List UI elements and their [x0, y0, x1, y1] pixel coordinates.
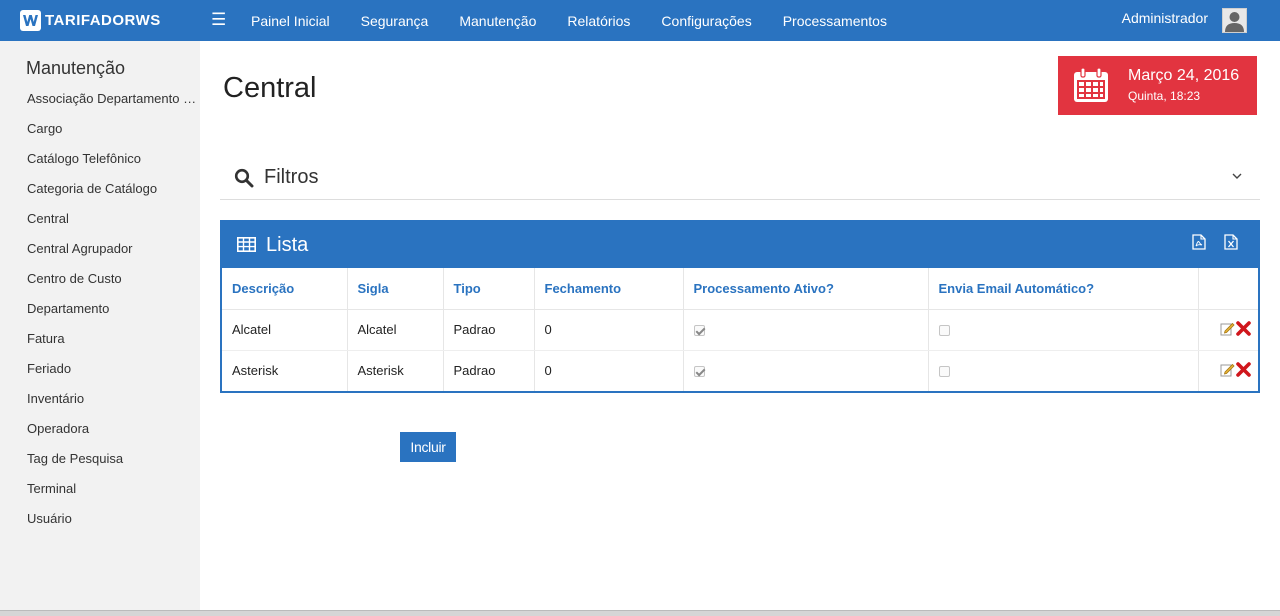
sidebar-item-operadora[interactable]: Operadora	[27, 419, 197, 449]
search-icon	[234, 168, 254, 193]
envia-email-checkbox	[938, 325, 950, 337]
sidebar-item-central[interactable]: Central	[27, 209, 197, 239]
envia-email-checkbox	[938, 366, 950, 378]
sidebar-item-central-agrupador[interactable]: Central Agrupador	[27, 239, 197, 269]
sidebar-item-feriado[interactable]: Feriado	[27, 359, 197, 389]
cell-fechamento: 0	[534, 350, 684, 391]
nav-relatorios[interactable]: Relatórios	[567, 13, 630, 29]
sidebar-item-associacao-departamento[interactable]: Associação Departamento Central	[27, 89, 197, 119]
date-sub: Quinta, 18:23	[1128, 89, 1201, 103]
col-fechamento[interactable]: Fechamento	[534, 268, 684, 310]
col-sigla[interactable]: Sigla	[347, 268, 444, 310]
filters-toggle[interactable]: Filtros	[220, 158, 1260, 200]
sidebar-item-fatura[interactable]: Fatura	[27, 329, 197, 359]
cell-sigla: Asterisk	[347, 350, 444, 391]
table-row: Asterisk Asterisk Padrao 0	[222, 350, 1258, 391]
sidebar-item-catalogo-telefonico[interactable]: Catálogo Telefônico	[27, 149, 197, 179]
sidebar-item-departamento[interactable]: Departamento	[27, 299, 197, 329]
logo[interactable]: TARIFADORWS	[20, 10, 161, 31]
avatar[interactable]	[1222, 8, 1247, 33]
nav-manutencao[interactable]: Manutenção	[459, 13, 536, 29]
col-processamento-ativo[interactable]: Processamento Ativo?	[683, 268, 929, 310]
date-card: Março 24, 2016 Quinta, 18:23	[1058, 56, 1257, 115]
logo-icon	[20, 10, 41, 31]
cell-descricao: Asterisk	[222, 350, 348, 391]
central-table: Descrição Sigla Tipo Fechamento Processa…	[222, 268, 1258, 391]
col-envia-email[interactable]: Envia Email Automático?	[928, 268, 1199, 310]
processamento-ativo-checkbox	[693, 366, 705, 378]
delete-icon[interactable]	[1235, 361, 1252, 381]
sidebar-item-cargo[interactable]: Cargo	[27, 119, 197, 149]
nav-configuracoes[interactable]: Configurações	[661, 13, 751, 29]
sidebar-item-usuario[interactable]: Usuário	[27, 509, 197, 539]
window-bottom-edge	[0, 610, 1280, 616]
calendar-icon	[1073, 67, 1109, 108]
col-descricao[interactable]: Descrição	[222, 268, 348, 310]
cell-tipo: Padrao	[443, 350, 535, 391]
cell-actions	[1198, 309, 1258, 351]
list-panel: Lista Descrição Sigla Tipo Fechamento Pr…	[220, 220, 1260, 393]
incluir-button[interactable]: Incluir	[400, 432, 456, 462]
cell-sigla: Alcatel	[347, 309, 444, 351]
user-name: Administrador	[1121, 9, 1208, 26]
processamento-ativo-checkbox	[693, 325, 705, 337]
top-navbar: TARIFADORWS ☰ Painel Inicial Segurança M…	[0, 0, 1280, 41]
filters-label: Filtros	[264, 166, 319, 188]
cell-fechamento: 0	[534, 309, 684, 351]
user-menu[interactable]: Administrador	[1122, 0, 1247, 41]
sidebar-item-categoria-catalogo[interactable]: Categoria de Catálogo	[27, 179, 197, 209]
page-title: Central	[223, 72, 317, 104]
bars-icon[interactable]: ☰	[211, 10, 226, 30]
main-nav: Painel Inicial Segurança Manutenção Rela…	[251, 0, 918, 41]
col-acoes	[1198, 268, 1258, 310]
sidebar-item-inventario[interactable]: Inventário	[27, 389, 197, 419]
sidebar-item-tag-pesquisa[interactable]: Tag de Pesquisa	[27, 449, 197, 479]
edit-icon[interactable]	[1220, 362, 1235, 380]
sidebar-item-centro-custo[interactable]: Centro de Custo	[27, 269, 197, 299]
chevron-down-icon[interactable]	[1232, 168, 1242, 186]
sidebar-item-terminal[interactable]: Terminal	[27, 479, 197, 509]
cell-actions	[1198, 350, 1258, 391]
list-panel-header: Lista	[222, 222, 1258, 268]
cell-envia-email	[928, 309, 1199, 351]
table-row: Alcatel Alcatel Padrao 0	[222, 309, 1258, 351]
logo-text: TARIFADORWS	[45, 12, 161, 29]
cell-processamento-ativo	[683, 309, 929, 351]
sidebar-menu: Associação Departamento Central Cargo Ca…	[27, 89, 197, 539]
table-header-row: Descrição Sigla Tipo Fechamento Processa…	[222, 268, 1258, 310]
nav-processamentos[interactable]: Processamentos	[783, 13, 887, 29]
sidebar: Manutenção Associação Departamento Centr…	[0, 41, 200, 616]
cell-descricao: Alcatel	[222, 309, 348, 351]
nav-painel-inicial[interactable]: Painel Inicial	[251, 13, 330, 29]
cell-envia-email	[928, 350, 1199, 391]
sidebar-title: Manutenção	[26, 58, 126, 78]
cell-tipo: Padrao	[443, 309, 535, 351]
list-title: Lista	[266, 234, 309, 256]
file-excel-icon[interactable]	[1224, 234, 1238, 255]
date-main: Março 24, 2016	[1128, 67, 1240, 84]
edit-icon[interactable]	[1220, 321, 1235, 339]
nav-seguranca[interactable]: Segurança	[361, 13, 429, 29]
table-icon	[237, 237, 256, 257]
file-pdf-icon[interactable]	[1192, 234, 1206, 255]
cell-processamento-ativo	[683, 350, 929, 391]
delete-icon[interactable]	[1235, 320, 1252, 340]
col-tipo[interactable]: Tipo	[443, 268, 535, 310]
